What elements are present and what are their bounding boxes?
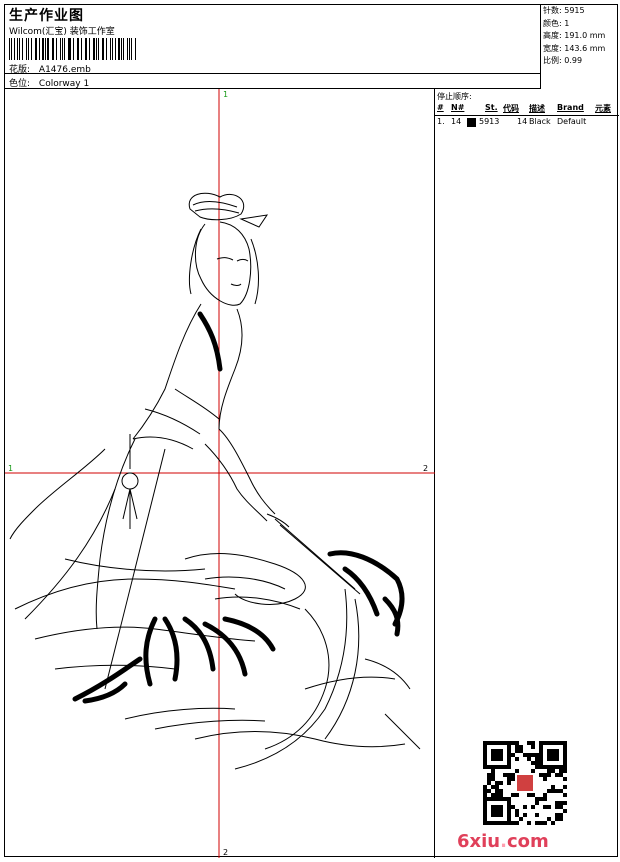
watermark-logo: 6xiu.com (457, 831, 549, 852)
colorway-value: Colorway 1 (38, 79, 90, 89)
crosshair-bottom-label: 2 (223, 848, 228, 857)
col-stitches: St. (485, 103, 498, 112)
stop-sequence-header: # N# St. 代码 描述 Brand 元素 (435, 103, 619, 116)
row-needle: 14 (451, 117, 462, 126)
col-description: 描述 (529, 104, 545, 113)
colorway: 色位: Colorway 1 (9, 76, 89, 89)
design-file: 花版: A1476.emb (9, 62, 91, 75)
row-stitches: 5913 (479, 117, 500, 126)
col-element: 元素 (595, 104, 611, 113)
col-brand: Brand (557, 103, 584, 112)
page-title: 生产作业图 (9, 8, 84, 24)
stop-sequence-title: 停止顺序: (437, 92, 472, 101)
crosshair-right-label: 2 (423, 464, 428, 473)
stat-width: 宽度: 143.6 mm (543, 43, 606, 53)
figure-outline (9, 192, 421, 770)
col-code: 代码 (503, 104, 519, 113)
design-canvas: 1 2 1 2 (5, 89, 435, 858)
row-index: 1. (437, 117, 445, 126)
stat-colors: 颜色: 1 (543, 18, 570, 28)
colorway-label: 色位: (9, 79, 31, 89)
company-name: Wilcom(汇宝) 装饰工作室 (9, 27, 115, 37)
stat-height: 高度: 191.0 mm (543, 31, 606, 40)
col-index: # (437, 103, 444, 112)
row-brand: Default (557, 117, 587, 126)
row-description: Black (529, 117, 551, 126)
stat-scale: 比例: 0.99 (543, 56, 583, 65)
crosshair-top-label: 1 (223, 90, 228, 99)
stop-sequence-panel: 停止顺序: # N# St. 代码 描述 Brand 元素 1. 14 5913… (435, 89, 619, 858)
design-value: A1476.emb (38, 65, 91, 75)
embroidery-drawing: 1 2 1 2 (5, 89, 435, 858)
design-label: 花版: (9, 65, 31, 75)
table-row: 1. 14 5913 14 Black Default (435, 117, 619, 129)
satin-strokes (72, 311, 405, 704)
col-needle: N# (451, 103, 465, 112)
sheet-frame: 生产作业图 Wilcom(汇宝) 装饰工作室 花版: A1476.emb 色位:… (4, 4, 619, 858)
header-panel: 生产作业图 Wilcom(汇宝) 装饰工作室 花版: A1476.emb 色位:… (5, 5, 541, 89)
qr-code-image (483, 741, 567, 825)
color-swatch (467, 118, 476, 127)
stat-stitches: 针数: 5915 (543, 6, 585, 15)
stats-panel: 针数: 5915 颜色: 1 高度: 191.0 mm 宽度: 143.6 mm… (541, 5, 619, 73)
barcode (9, 38, 137, 60)
row-code: 14 (517, 117, 528, 126)
crosshair-left-label: 1 (8, 464, 13, 473)
